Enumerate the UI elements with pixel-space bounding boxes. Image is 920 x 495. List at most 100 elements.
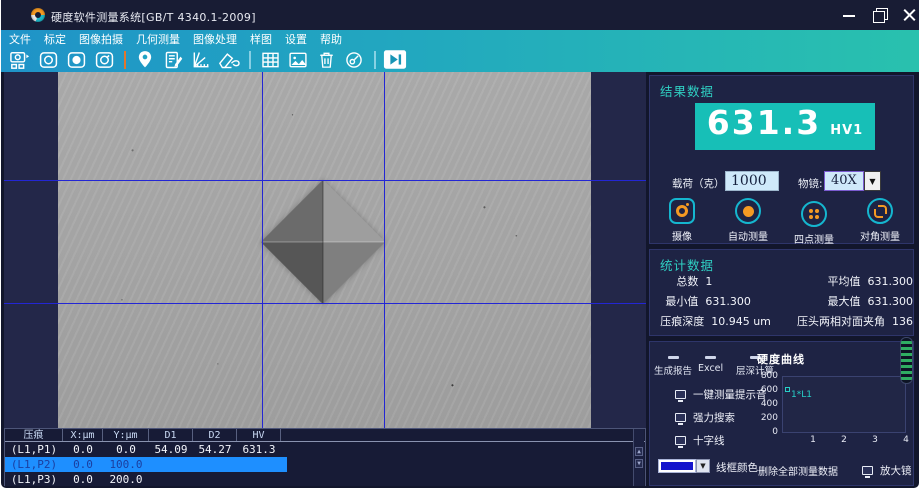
stat-label: 压头两相对面夹角	[785, 313, 885, 329]
table-row-selected[interactable]: (L1,P2) 0.0 100.0	[5, 457, 287, 472]
trash-icon[interactable]	[314, 49, 338, 71]
scroll-up-icon[interactable]: ▲	[635, 447, 643, 456]
cell: 54.27	[193, 442, 237, 457]
ruler-icon[interactable]	[189, 49, 213, 71]
chart-data-point	[785, 387, 790, 392]
y-tick: 800	[752, 371, 778, 381]
toolbar-separator	[374, 51, 376, 69]
cell: 54.09	[149, 442, 193, 457]
diagonal-glyph-icon	[867, 198, 893, 224]
col-hv: HV	[237, 429, 281, 441]
step-forward-icon[interactable]	[383, 49, 407, 71]
edit-note-icon[interactable]	[161, 49, 185, 71]
crosshair-toggle-label: 十字线	[693, 433, 725, 448]
line-color-arrow-icon[interactable]: ▼	[696, 459, 710, 473]
monitor-icon	[675, 390, 686, 399]
cell: (L1,P1)	[5, 442, 63, 457]
screen-capture-icon[interactable]	[8, 49, 32, 71]
diagonal-label: 对角测量	[848, 228, 912, 243]
panel-scrollbar-thumb[interactable]	[900, 337, 913, 384]
menu-sample[interactable]: 样图	[250, 31, 272, 47]
four-point-glyph-icon	[801, 201, 827, 227]
diagonal-measure-button[interactable]: 对角测量	[848, 198, 912, 243]
toolbar	[1, 47, 919, 72]
monitor-icon	[675, 413, 686, 422]
microscope-image[interactable]	[58, 72, 591, 428]
objective-dropdown-arrow-icon[interactable]: ▼	[864, 171, 881, 191]
camera-lens-filled-icon[interactable]	[64, 49, 88, 71]
power-search-toggle[interactable]: 强力搜索	[675, 410, 735, 425]
x-tick: 2	[838, 435, 850, 445]
load-label: 载荷（克）:	[672, 176, 728, 191]
table-row[interactable]: (L1,P3) 0.0 200.0	[5, 472, 645, 486]
x-tick: 1	[807, 435, 819, 445]
menu-bar: 文件 标定 图像拍摄 几何测量 图像处理 样图 设置 帮助	[1, 30, 919, 47]
table-header-row: 压痕 X:μm Y:μm D1 D2 HV	[5, 429, 645, 442]
menu-image-processing[interactable]: 图像处理	[193, 31, 237, 47]
cell: 0.0	[103, 442, 149, 457]
load-input[interactable]	[725, 171, 779, 191]
four-point-measure-button[interactable]: 四点测量	[782, 198, 846, 246]
monitor-icon	[862, 466, 873, 475]
measurement-table: 压痕 X:μm Y:μm D1 D2 HV (L1,P1) 0.0 0.0 54…	[4, 428, 646, 486]
grid-table-icon[interactable]	[258, 49, 282, 71]
camera-button[interactable]: 摄像	[650, 198, 714, 243]
table-scrollbar[interactable]: ▲ ▼	[633, 429, 644, 486]
line-color-dropdown[interactable]	[658, 459, 696, 473]
menu-calibration[interactable]: 标定	[44, 31, 66, 47]
camera-lens-outline-icon[interactable]	[36, 49, 60, 71]
table-row[interactable]: (L1,P1) 0.0 0.0 54.09 54.27 631.3	[5, 442, 645, 457]
stat-label: 最大值	[771, 293, 861, 309]
objective-label: 物镜:	[798, 176, 823, 191]
measure-line-horizontal-bottom[interactable]	[4, 303, 646, 304]
result-panel-heading: 结果数据	[660, 81, 714, 100]
y-tick: 600	[752, 385, 778, 395]
hardness-chart-plot: 1*L1	[782, 376, 906, 433]
scroll-down-icon[interactable]: ▼	[635, 459, 643, 468]
statistics-panel: 统计数据 总数 1 平均值 631.300 最小值 631.300 最大值 63…	[649, 249, 914, 336]
line-color-label: 线框颜色	[716, 460, 758, 475]
crosshair-toggle[interactable]: 十字线	[675, 433, 725, 448]
cell: (L1,P3)	[5, 472, 63, 486]
cell: (L1,P2)	[5, 457, 63, 472]
stat-value: 1	[705, 275, 770, 288]
record-circle-icon[interactable]	[342, 49, 366, 71]
stat-label: 平均值	[771, 273, 861, 289]
restore-button[interactable]	[865, 0, 895, 30]
col-d2: D2	[193, 429, 237, 441]
stat-label: 最小值	[650, 293, 698, 309]
magnifier-toggle[interactable]: 放大镜	[862, 463, 912, 478]
window-title: 硬度软件测量系统[GB/T 4340.1-2009]	[51, 9, 256, 25]
objective-select[interactable]: 40X	[824, 171, 864, 191]
image-icon[interactable]	[286, 49, 310, 71]
menu-file[interactable]: 文件	[9, 31, 31, 47]
minimize-button[interactable]	[834, 0, 864, 30]
measure-line-vertical-right[interactable]	[384, 72, 385, 428]
generate-report-button[interactable]: 生成报告	[654, 356, 692, 377]
measure-line-horizontal-top[interactable]	[4, 180, 646, 181]
line-color-swatch	[661, 462, 693, 470]
camera-lens-live-icon[interactable]	[92, 49, 116, 71]
location-pin-icon[interactable]	[133, 49, 157, 71]
x-tick: 4	[900, 435, 912, 445]
result-panel: 结果数据 631.3 HV1 载荷（克）: 物镜: 40X ▼ 摄像 自动测量 …	[649, 75, 914, 244]
x-tick: 3	[869, 435, 881, 445]
auto-measure-button[interactable]: 自动测量	[716, 198, 780, 243]
stat-value: 136	[892, 315, 913, 328]
chart-point-label: 1*L1	[791, 390, 812, 400]
menu-image-capture[interactable]: 图像拍摄	[79, 31, 123, 47]
cell: 200.0	[103, 472, 149, 486]
menu-settings[interactable]: 设置	[285, 31, 307, 47]
close-button[interactable]	[894, 0, 919, 30]
eraser-lasso-icon[interactable]	[217, 49, 241, 71]
excel-export-button[interactable]: Excel	[698, 356, 723, 374]
menu-geometry-measure[interactable]: 几何测量	[136, 31, 180, 47]
delete-all-data-button[interactable]: 删除全部测量数据	[758, 463, 838, 478]
cell: 631.3	[237, 442, 281, 457]
menu-help[interactable]: 帮助	[320, 31, 342, 47]
camera-lens-glyph-icon	[669, 198, 695, 224]
measure-line-vertical-left[interactable]	[262, 72, 263, 428]
title-bar: 硬度软件测量系统[GB/T 4340.1-2009]	[1, 0, 919, 30]
cell: 100.0	[103, 457, 149, 472]
four-point-label: 四点测量	[782, 231, 846, 246]
